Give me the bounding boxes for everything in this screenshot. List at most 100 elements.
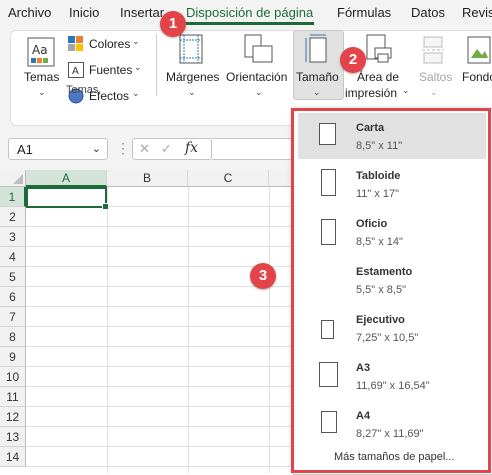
paper-size-name: Ejecutivo — [356, 314, 405, 326]
margenes-label: Márgenes — [166, 70, 220, 84]
chevron-down-icon: ⌄ — [134, 62, 142, 72]
formula-buttons: ✕ ✓ fx — [132, 138, 212, 160]
background-icon — [467, 36, 491, 64]
fonts-icon: A — [68, 62, 84, 78]
formula-input[interactable] — [212, 138, 302, 160]
column-header-c[interactable]: C — [188, 170, 269, 187]
annotation-badge-3: 3 — [250, 263, 276, 289]
colores-label: Colores — [89, 37, 131, 51]
row-header[interactable]: 2 — [0, 207, 26, 227]
paper-size-dimensions: 5,5" x 8,5" — [356, 284, 407, 296]
chevron-down-icon: ⌄ — [402, 85, 410, 95]
area-label-2: impresión — [345, 86, 398, 100]
select-all-corner[interactable] — [0, 170, 26, 187]
cancel-icon[interactable]: ✕ — [139, 141, 150, 157]
group-label-temas: Temas — [66, 84, 99, 96]
active-cell-a1[interactable] — [26, 187, 109, 210]
row-header[interactable]: 8 — [0, 327, 26, 347]
paper-size-name: Estamento — [356, 266, 413, 278]
active-tab-underline — [186, 22, 314, 25]
area-label-1: Área de — [357, 70, 400, 84]
name-box-value: A1 — [17, 142, 33, 157]
row-header[interactable]: 12 — [0, 407, 26, 427]
insert-function-icon[interactable]: fx — [185, 140, 198, 156]
tab-revisar[interactable]: Revis — [462, 5, 492, 20]
chevron-down-icon: ⌄ — [132, 88, 140, 98]
paper-size-item[interactable]: Estamento 5,5" x 8,5" — [298, 257, 486, 303]
row-header[interactable]: 5 — [0, 267, 26, 287]
margins-icon — [179, 34, 203, 64]
paper-size-dimensions: 11,69" x 16,54" — [356, 380, 430, 392]
paper-size-dimensions: 8,5" x 14" — [356, 236, 403, 248]
more-options-icon: ⋮ — [116, 140, 130, 156]
paper-size-name: Carta — [356, 122, 385, 134]
chevron-down-icon: ⌄ — [255, 87, 263, 97]
size-dropdown-menu: Carta 8,5" x 11" Tabloide 11" x 17" Oficio 8,… — [293, 108, 492, 475]
column-gridline — [269, 187, 270, 473]
chevron-down-icon: ⌄ — [430, 87, 438, 97]
paper-size-name: A4 — [356, 410, 371, 422]
paper-size-name: Tabloide — [356, 170, 401, 182]
paper-size-name: A3 — [356, 362, 371, 374]
row-header[interactable]: 6 — [0, 287, 26, 307]
row-header[interactable]: 10 — [0, 367, 26, 387]
row-header[interactable]: 14 — [0, 447, 26, 467]
tab-insertar[interactable]: Insertar — [120, 5, 164, 20]
paper-size-dimensions: 8,27" x 11,69" — [356, 428, 424, 440]
paper-size-item[interactable]: Oficio 8,5" x 14" — [298, 209, 486, 255]
paper-size-item[interactable]: Tabloide 11" x 17" — [298, 161, 486, 207]
row-header[interactable]: 4 — [0, 247, 26, 267]
saltos-label: Saltos — [419, 70, 453, 84]
chevron-down-icon[interactable]: ⌄ — [92, 142, 101, 155]
paper-icon — [321, 219, 336, 245]
paper-icon — [321, 320, 334, 339]
paper-size-dimensions: 11" x 17" — [356, 188, 400, 200]
name-box[interactable]: A1 ⌄ — [8, 138, 108, 160]
row-header[interactable]: 9 — [0, 347, 26, 367]
chevron-down-icon: ⌄ — [38, 87, 46, 97]
paper-size-item[interactable]: A4 8,27" x 11,69" — [298, 401, 486, 447]
row-header[interactable]: 13 — [0, 427, 26, 447]
group-divider — [156, 34, 157, 96]
chevron-down-icon: ⌄ — [132, 36, 140, 46]
tab-datos[interactable]: Datos — [411, 5, 445, 20]
ribbon-tabs: Archivo Inicio Insertar Disposición de p… — [0, 0, 492, 26]
svg-text:Aa: Aa — [32, 43, 48, 57]
paper-icon — [319, 362, 338, 387]
paper-size-name: Oficio — [356, 218, 388, 230]
paper-size-dimensions: 8,5" x 11" — [356, 140, 403, 152]
fondo-label: Fondo — [462, 70, 492, 84]
paper-size-item[interactable]: Ejecutivo 7,25" x 10,5" — [298, 305, 486, 351]
paper-size-item[interactable]: Carta 8,5" x 11" — [298, 113, 486, 159]
paper-icon — [321, 169, 336, 196]
column-header-a[interactable]: A — [26, 170, 107, 187]
annotation-badge-1: 1 — [160, 11, 186, 37]
row-header[interactable]: 1 — [0, 187, 26, 207]
select-all-icon — [13, 174, 23, 184]
tab-inicio[interactable]: Inicio — [69, 5, 99, 20]
chevron-down-icon: ⌄ — [188, 87, 196, 97]
row-header[interactable]: 11 — [0, 387, 26, 407]
tab-formulas[interactable]: Fórmulas — [337, 5, 391, 20]
column-gridline — [107, 187, 108, 473]
breaks-icon — [422, 36, 444, 64]
row-header[interactable]: 7 — [0, 307, 26, 327]
tab-disposicion-pagina[interactable]: Disposición de página — [186, 5, 313, 20]
size-icon — [305, 34, 327, 63]
colors-icon — [68, 36, 83, 51]
column-header-b[interactable]: B — [107, 170, 188, 187]
paper-icon — [319, 123, 336, 145]
row-header[interactable]: 3 — [0, 227, 26, 247]
more-paper-sizes-link[interactable]: Más tamaños de papel... — [334, 451, 454, 463]
themes-icon: Aa — [27, 37, 55, 67]
paper-icon — [321, 411, 337, 433]
paper-size-item[interactable]: A3 11,69" x 16,54" — [298, 353, 486, 399]
fill-handle[interactable] — [102, 203, 109, 210]
fuentes-label: Fuentes — [89, 63, 133, 77]
tab-archivo[interactable]: Archivo — [8, 5, 51, 20]
orientacion-label: Orientación — [226, 70, 288, 84]
temas-label: Temas — [24, 70, 60, 84]
confirm-icon[interactable]: ✓ — [161, 141, 172, 157]
annotation-badge-2: 2 — [340, 47, 366, 73]
svg-text:A: A — [72, 66, 79, 77]
